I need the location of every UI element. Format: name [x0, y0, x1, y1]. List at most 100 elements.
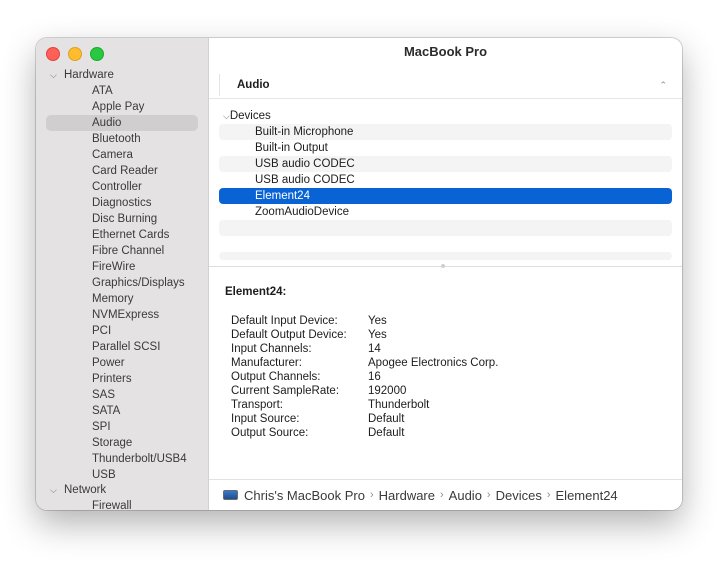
window-controls: [46, 47, 104, 61]
property-key: Input Channels:: [231, 343, 312, 355]
sidebar-item-apple-pay[interactable]: Apple Pay: [46, 99, 198, 115]
path-segment[interactable]: Chris's MacBook Pro: [244, 488, 365, 503]
property-row: Transport: Thunderbolt: [225, 398, 666, 412]
sidebar-item-disc-burning[interactable]: Disc Burning: [46, 211, 198, 227]
tree-row[interactable]: USB audio CODEC: [219, 172, 672, 188]
tree-row-selected[interactable]: Element24: [219, 188, 672, 204]
property-key: Default Input Device:: [231, 315, 338, 327]
tree-row-empty: [219, 220, 672, 236]
property-value: 14: [368, 343, 381, 355]
sidebar-group-label: Network: [64, 484, 107, 496]
tree-row[interactable]: Built-in Microphone: [219, 124, 672, 140]
property-row: Current SampleRate: 192000: [225, 384, 666, 398]
property-value: Thunderbolt: [368, 399, 430, 411]
sidebar-group-network[interactable]: ⌵ Network: [36, 483, 208, 498]
sidebar-item-parallel-scsi[interactable]: Parallel SCSI: [46, 339, 198, 355]
sidebar-group-hardware[interactable]: ⌵ Hardware: [36, 68, 208, 83]
chevron-down-icon[interactable]: ⌵: [223, 111, 230, 121]
sidebar-item-firewire[interactable]: FireWire: [46, 259, 198, 275]
property-row: Manufacturer: Apogee Electronics Corp.: [225, 356, 666, 370]
sidebar: ⌵ Hardware ATA Apple Pay Audio Bluetooth…: [36, 38, 209, 510]
sidebar-item-audio[interactable]: Audio: [46, 115, 198, 131]
sidebar-item-graphics-displays[interactable]: Graphics/Displays: [46, 275, 198, 291]
property-row: Input Source: Default: [225, 412, 666, 426]
property-key: Output Channels:: [231, 371, 321, 383]
property-key: Manufacturer:: [231, 357, 302, 369]
sidebar-item-power[interactable]: Power: [46, 355, 198, 371]
window-title: MacBook Pro: [403, 44, 488, 59]
sidebar-item-card-reader[interactable]: Card Reader: [46, 163, 198, 179]
sidebar-item-sas[interactable]: SAS: [46, 387, 198, 403]
tree-group-label: Devices: [229, 110, 271, 122]
sidebar-item-diagnostics[interactable]: Diagnostics: [46, 195, 198, 211]
laptop-icon: [223, 490, 238, 500]
divider: [209, 98, 682, 99]
path-separator: ›: [546, 489, 551, 501]
property-key: Transport:: [231, 399, 283, 411]
tree-row[interactable]: Built-in Output: [219, 140, 672, 156]
detail-pane: Element24: Default Input Device: Yes Def…: [225, 286, 666, 440]
property-value: Yes: [368, 315, 387, 327]
path-segment[interactable]: Element24: [556, 488, 618, 503]
sidebar-item-controller[interactable]: Controller: [46, 179, 198, 195]
sidebar-list: ⌵ Hardware ATA Apple Pay Audio Bluetooth…: [36, 68, 208, 510]
drag-handle-icon[interactable]: [441, 264, 445, 268]
property-value: 192000: [368, 385, 407, 397]
path-segment[interactable]: Hardware: [379, 488, 435, 503]
section-header[interactable]: Audio ⌃: [219, 74, 672, 96]
property-row: Default Output Device: Yes: [225, 328, 666, 342]
sidebar-item-firewall[interactable]: Firewall: [46, 498, 198, 510]
sidebar-item-ata[interactable]: ATA: [46, 83, 198, 99]
property-value: Default: [368, 413, 405, 425]
property-row: Output Channels: 16: [225, 370, 666, 384]
sidebar-item-sata[interactable]: SATA: [46, 403, 198, 419]
sidebar-item-spi[interactable]: SPI: [46, 419, 198, 435]
zoom-window-button[interactable]: [90, 47, 104, 61]
property-key: Current SampleRate:: [231, 385, 340, 397]
property-key: Input Source:: [231, 413, 300, 425]
property-key: Default Output Device:: [231, 329, 347, 341]
property-value: Default: [368, 427, 405, 439]
path-separator: ›: [486, 489, 491, 501]
chevron-up-icon[interactable]: ⌃: [659, 80, 667, 91]
sidebar-item-printers[interactable]: Printers: [46, 371, 198, 387]
sidebar-item-ethernet-cards[interactable]: Ethernet Cards: [46, 227, 198, 243]
property-value: 16: [368, 371, 381, 383]
path-separator: ›: [369, 489, 374, 501]
sidebar-item-usb[interactable]: USB: [46, 467, 198, 483]
chevron-down-icon[interactable]: ⌵: [50, 483, 64, 498]
device-tree: ⌵Devices Built-in Microphone Built-in Ou…: [219, 108, 672, 236]
tree-row-empty: [219, 252, 672, 260]
sidebar-item-bluetooth[interactable]: Bluetooth: [46, 131, 198, 147]
sidebar-item-pci[interactable]: PCI: [46, 323, 198, 339]
property-row: Default Input Device: Yes: [225, 314, 666, 328]
sidebar-item-fibre-channel[interactable]: Fibre Channel: [46, 243, 198, 259]
path-bar: Chris's MacBook Pro › Hardware › Audio ›…: [209, 479, 682, 510]
sidebar-item-nvmexpress[interactable]: NVMExpress: [46, 307, 198, 323]
system-information-window: ⌵ Hardware ATA Apple Pay Audio Bluetooth…: [36, 38, 682, 510]
property-row: Input Channels: 14: [225, 342, 666, 356]
chevron-down-icon[interactable]: ⌵: [50, 68, 64, 83]
sidebar-item-memory[interactable]: Memory: [46, 291, 198, 307]
sidebar-item-storage[interactable]: Storage: [46, 435, 198, 451]
property-value: Yes: [368, 329, 387, 341]
divider: [209, 266, 682, 267]
minimize-window-button[interactable]: [68, 47, 82, 61]
tree-group-devices[interactable]: ⌵Devices: [219, 108, 672, 124]
path-segment[interactable]: Audio: [449, 488, 482, 503]
property-row: Output Source: Default: [225, 426, 666, 440]
tree-row[interactable]: ZoomAudioDevice: [219, 204, 672, 220]
split-divider[interactable]: [209, 252, 682, 270]
sidebar-item-thunderbolt-usb4[interactable]: Thunderbolt/USB4: [46, 451, 198, 467]
sidebar-group-label: Hardware: [64, 69, 114, 81]
main-content: MacBook Pro Audio ⌃ ⌵Devices Built-in Mi…: [209, 38, 682, 510]
section-title: Audio: [237, 79, 270, 91]
detail-title: Element24:: [225, 286, 287, 298]
tree-row[interactable]: USB audio CODEC: [219, 156, 672, 172]
path-separator: ›: [440, 489, 444, 501]
property-value: Apogee Electronics Corp.: [368, 357, 499, 369]
sidebar-item-camera[interactable]: Camera: [46, 147, 198, 163]
path-segment[interactable]: Devices: [496, 488, 542, 503]
property-key: Output Source:: [231, 427, 309, 439]
close-window-button[interactable]: [46, 47, 60, 61]
